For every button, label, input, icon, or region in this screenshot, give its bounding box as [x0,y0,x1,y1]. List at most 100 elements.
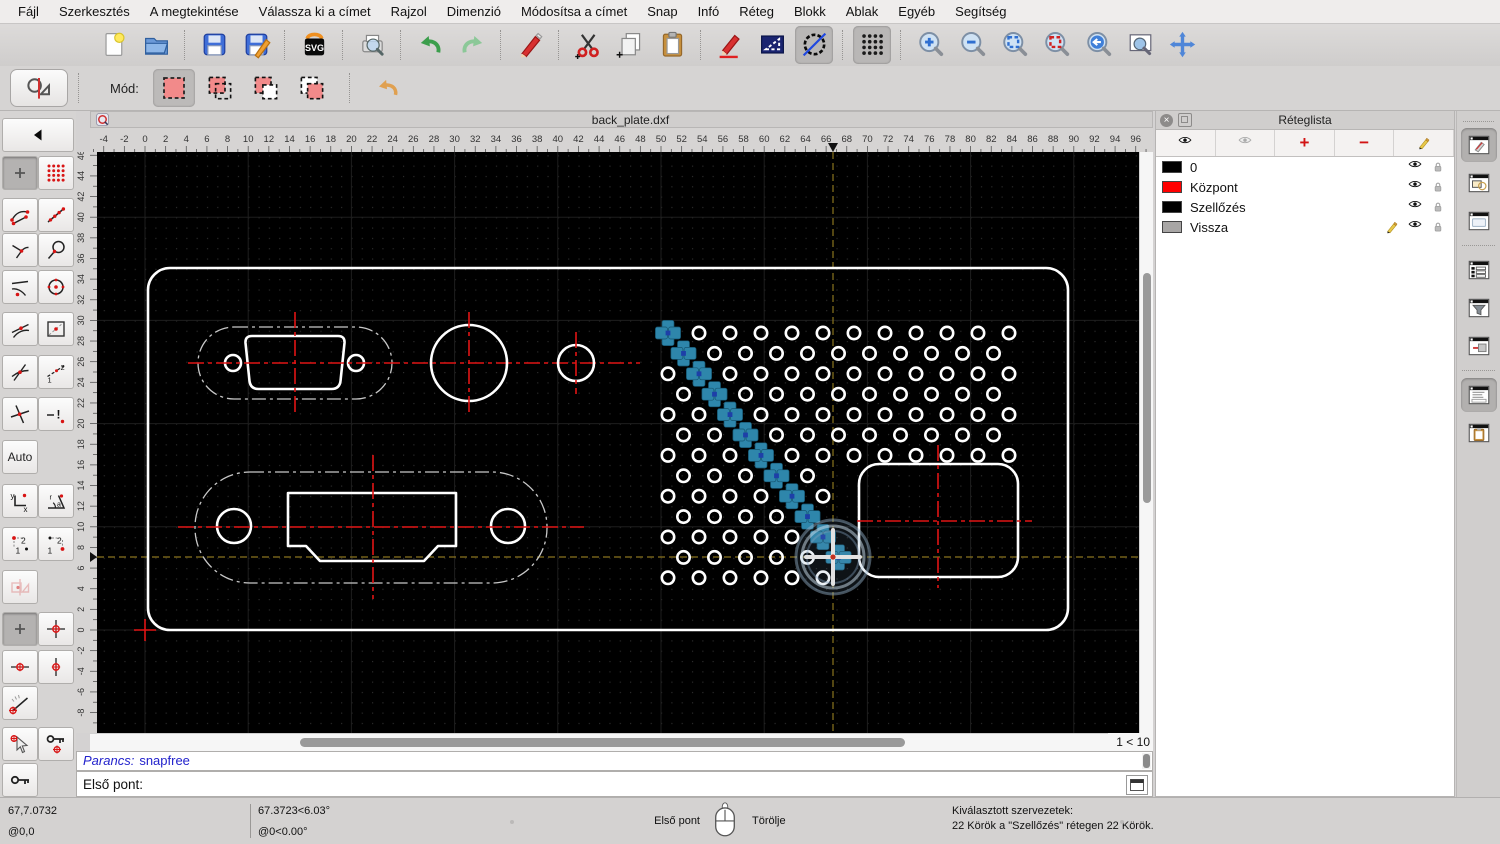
undo-button[interactable] [411,26,449,64]
coordinate-cartesian-button[interactable]: yx [2,484,38,518]
menu-inf-[interactable]: Infó [688,0,730,23]
mode-undo-button[interactable] [367,69,409,107]
command-input[interactable]: Első pont: [76,771,1153,797]
snap-free-2-button[interactable] [2,612,38,646]
snap-crosshair-button[interactable] [38,612,74,646]
angle-snap-button[interactable] [2,686,38,720]
menu-m-dos-tsa-a-c-met[interactable]: Módosítsa a címet [511,0,637,23]
delete-button[interactable] [511,26,549,64]
widget-command-options-button[interactable] [1461,329,1497,363]
snap-middle-button[interactable] [38,312,74,346]
snap-grid-button[interactable] [38,156,74,190]
lock-icon[interactable] [1430,200,1446,214]
zoom-in-button[interactable] [911,26,949,64]
export-svg-button[interactable]: SVG [295,26,333,64]
widget-block-list-button[interactable] [1461,166,1497,200]
remove-layer-button[interactable]: − [1335,130,1395,156]
save-as-button[interactable] [237,26,275,64]
command-scrollbar[interactable] [1142,753,1151,769]
coord-auto-button[interactable]: Auto [2,440,38,474]
edit-layer-button[interactable] [1394,130,1454,156]
command-detach-button[interactable] [1126,775,1148,795]
menu-rajzol[interactable]: Rajzol [381,0,437,23]
zoom-auto-button[interactable] [995,26,1033,64]
menu-snap[interactable]: Snap [637,0,687,23]
drawing-canvas[interactable] [97,152,1139,733]
snap-intersection-manual-button[interactable]: 12 [38,355,74,389]
layer-row-szell-z-s[interactable]: Szellőzés [1156,197,1454,217]
save-button[interactable] [195,26,233,64]
point-order-2-button[interactable]: 12 [38,527,74,561]
widget-entity-filter-button[interactable] [1461,291,1497,325]
zoom-selected-button[interactable] [1037,26,1075,64]
mode-window-button[interactable] [152,69,195,107]
menu-dimenzi-[interactable]: Dimenzió [437,0,511,23]
vertical-scrollbar-thumb[interactable] [1142,273,1151,503]
eye-icon[interactable] [1407,160,1423,174]
open-file-button[interactable] [137,26,175,64]
layer-row-k-zpont[interactable]: Központ [1156,177,1454,197]
menu-seg-ts-g[interactable]: Segítség [945,0,1016,23]
eye-icon[interactable] [1407,220,1423,234]
menu-blokk[interactable]: Blokk [784,0,836,23]
restrict-horizontal-button[interactable] [2,650,38,684]
snap-center-button[interactable] [38,270,74,304]
menu-v-lassza-ki-a-c-met[interactable]: Válassza ki a címet [249,0,381,23]
snap-nearest-button[interactable] [2,270,38,304]
select-window-button[interactable] [753,26,791,64]
print-preview-button[interactable] [353,26,391,64]
pencil-yellow-icon[interactable] [1384,220,1400,234]
restrict-orthogonal-button[interactable]: ! [38,397,74,431]
cut-button[interactable] [569,26,607,64]
menu-f-jl[interactable]: Fájl [8,0,49,23]
snap-tangent-button[interactable] [2,312,38,346]
lock-icon[interactable] [1430,180,1446,194]
new-document-button[interactable] [95,26,133,64]
hide-all-layers-button[interactable] [1216,130,1276,156]
widget-pen-toolbar-button[interactable] [1460,128,1497,162]
show-all-layers-button[interactable] [1156,130,1216,156]
redo-button[interactable] [453,26,491,64]
snap-perpendicular-button[interactable] [2,233,38,267]
selection-order-disabled-button[interactable] [2,570,38,604]
layer-row-vissza[interactable]: Vissza [1156,217,1454,237]
zoom-window-button[interactable] [1121,26,1159,64]
eye-icon[interactable] [1407,200,1423,214]
zoom-out-button[interactable] [953,26,991,64]
lock-icon[interactable] [1430,160,1446,174]
menu-a-megtekint-se[interactable]: A megtekintése [140,0,249,23]
widget-clipboard-button[interactable] [1461,416,1497,450]
mode-window-remove-button[interactable] [245,69,287,107]
eye-icon[interactable] [1407,180,1423,194]
strip-drag-handle[interactable] [1463,113,1494,122]
layer-row-0[interactable]: 0 [1156,157,1454,177]
paste-button[interactable] [653,26,691,64]
selection-order-button[interactable] [10,69,68,107]
snap-entity-button[interactable] [38,233,74,267]
snap-intersection-button[interactable] [2,355,38,389]
circle-line-button[interactable] [795,25,833,64]
widget-layer-list-button[interactable] [1461,253,1497,287]
mode-window-invert-button[interactable] [291,69,333,107]
select-entity-button[interactable] [2,727,38,761]
relative-zero-button[interactable] [2,763,38,797]
grid-toggle-button[interactable] [853,25,891,64]
menu-r-teg[interactable]: Réteg [729,0,784,23]
zoom-pan-button[interactable] [1163,26,1201,64]
lock-relative-zero-button[interactable] [38,727,74,761]
menu-egy-b[interactable]: Egyéb [888,0,945,23]
lock-icon[interactable] [1430,220,1446,234]
collapse-toolbar-button[interactable] [2,118,74,152]
horizontal-scrollbar-thumb[interactable] [300,738,905,747]
restrict-nothing-button[interactable] [2,397,38,431]
snap-free-button[interactable] [2,156,38,190]
snap-endpoints-button[interactable] [2,198,38,232]
snap-on-entity-button[interactable] [38,198,74,232]
widget-library-browser-button[interactable] [1461,204,1497,238]
menu-szerkeszt-s[interactable]: Szerkesztés [49,0,140,23]
horizontal-scrollbar[interactable] [90,733,1110,751]
coordinate-polar-button[interactable]: ra [38,484,74,518]
point-order-1-button[interactable]: 12 [2,527,38,561]
vertical-scrollbar[interactable] [1139,152,1153,733]
zoom-previous-button[interactable] [1079,26,1117,64]
